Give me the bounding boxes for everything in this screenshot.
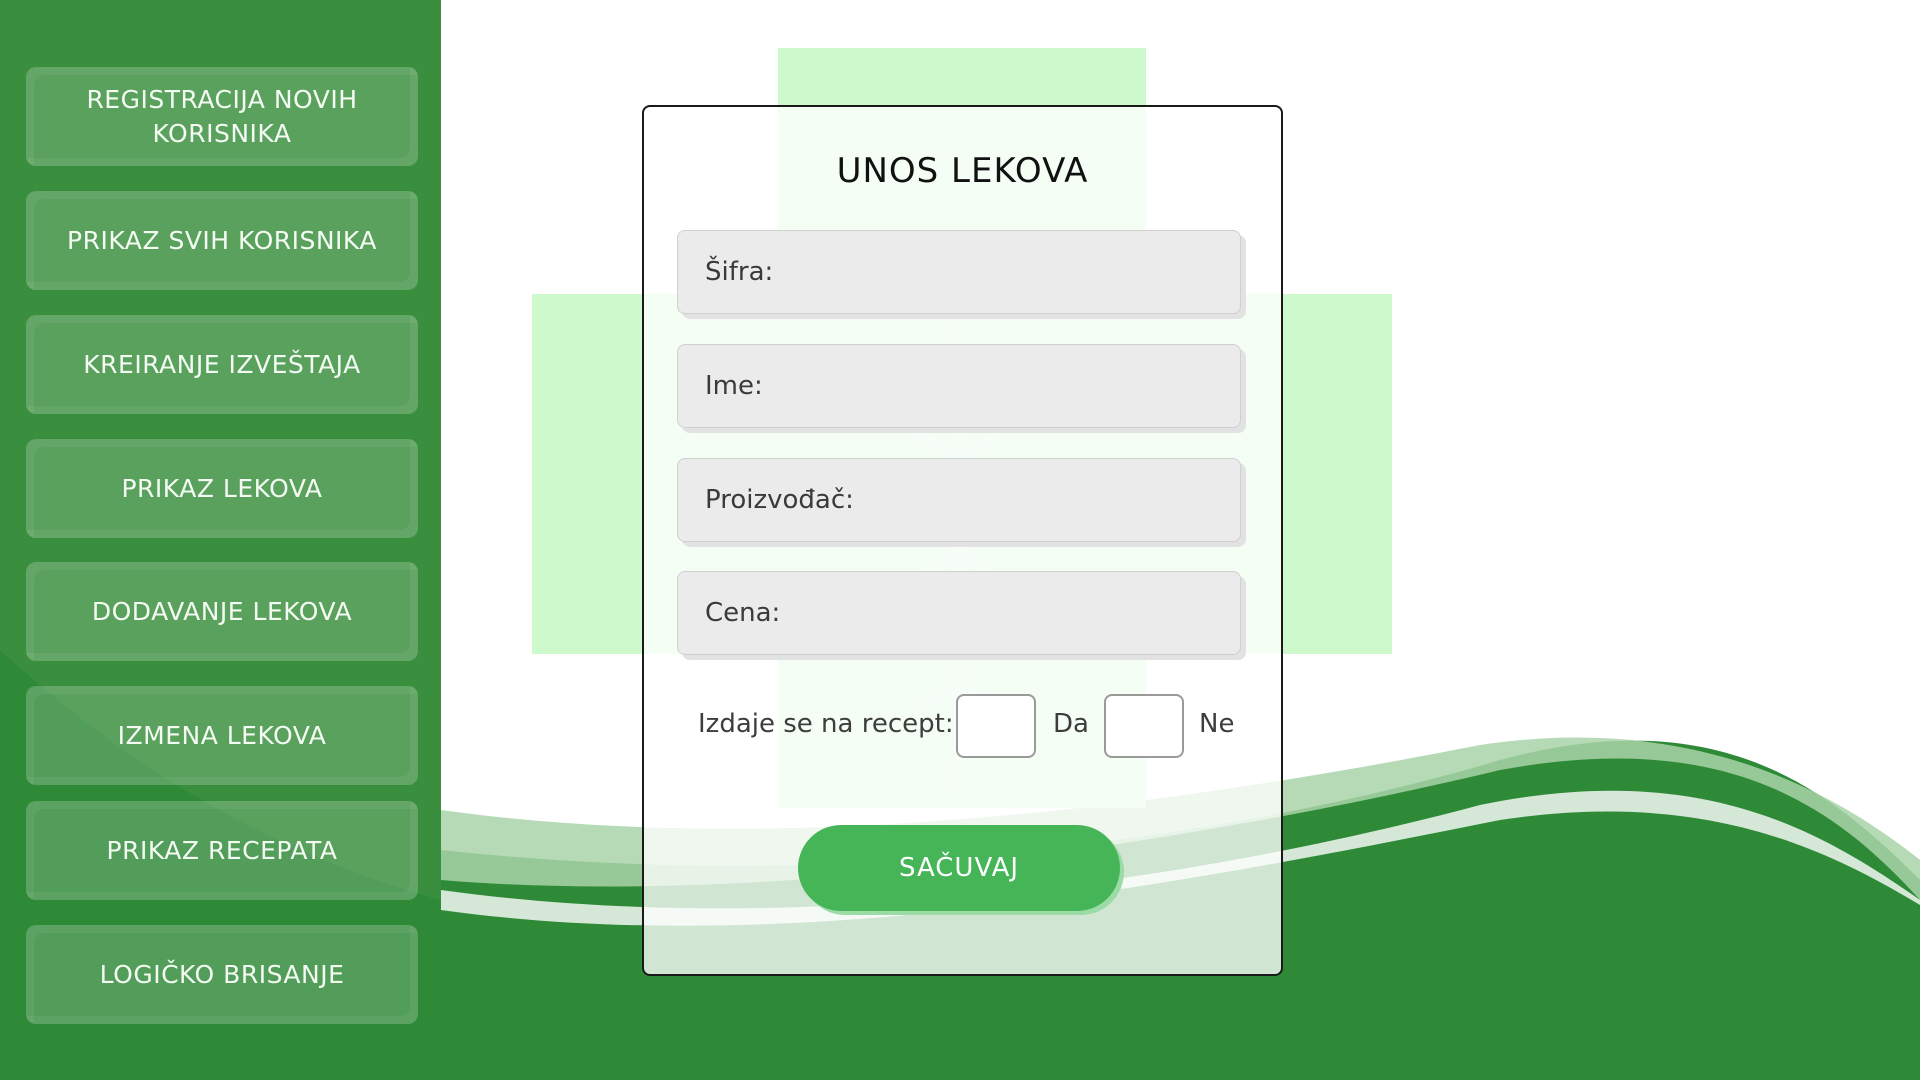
- prescription-label: Izdaje se na recept:: [698, 709, 954, 739]
- medicine-form-panel: UNOS LEKOVA Šifra: Ime: Proizvođač: Cena…: [642, 105, 1283, 976]
- prescription-yes-label: Da: [1053, 709, 1089, 739]
- sidebar-item-label: KREIRANJE IZVEŠTAJA: [83, 349, 361, 379]
- cena-field[interactable]: Cena:: [677, 571, 1241, 655]
- sidebar-item-label: DODAVANJE LEKOVA: [91, 596, 353, 626]
- prescription-yes-checkbox[interactable]: [956, 694, 1036, 758]
- sidebar-item-label: LOGIČKO BRISANJE: [99, 959, 345, 989]
- cena-placeholder: Cena:: [705, 598, 781, 628]
- prescription-no-checkbox[interactable]: [1104, 694, 1184, 758]
- proizvodjac-placeholder: Proizvođač:: [705, 485, 854, 515]
- page-title: UNOS LEKOVA: [836, 151, 1089, 191]
- sidebar-item-label: IZMENA LEKOVA: [117, 720, 327, 750]
- sidebar-item-prikaz-lekova[interactable]: PRIKAZ LEKOVA: [26, 439, 418, 538]
- sidebar-item-label: PRIKAZ SVIH KORISNIKA: [67, 225, 377, 255]
- sidebar-item-label: PRIKAZ RECEPATA: [106, 835, 338, 865]
- save-button-label: SAČUVAJ: [898, 853, 1020, 883]
- prescription-no-label: Ne: [1199, 709, 1235, 739]
- sidebar-item-label: PRIKAZ LEKOVA: [121, 473, 323, 503]
- ime-placeholder: Ime:: [705, 371, 763, 401]
- sidebar: REGISTRACIJA NOVIH KORISNIKA PRIKAZ SVIH…: [0, 0, 441, 1080]
- sidebar-item-logicko-brisanje[interactable]: LOGIČKO BRISANJE: [26, 925, 418, 1024]
- ime-field[interactable]: Ime:: [677, 344, 1241, 428]
- sidebar-item-label: REGISTRACIJA NOVIH KORISNIKA: [86, 84, 358, 148]
- sidebar-item-izmena-lekova[interactable]: IZMENA LEKOVA: [26, 686, 418, 785]
- sifra-placeholder: Šifra:: [705, 257, 774, 287]
- save-button[interactable]: SAČUVAJ: [798, 825, 1120, 911]
- sidebar-item-prikaz-korisnika[interactable]: PRIKAZ SVIH KORISNIKA: [26, 191, 418, 290]
- sidebar-item-kreiranje-izvestaja[interactable]: KREIRANJE IZVEŠTAJA: [26, 315, 418, 414]
- proizvodjac-field[interactable]: Proizvođač:: [677, 458, 1241, 542]
- sidebar-item-dodavanje-lekova[interactable]: DODAVANJE LEKOVA: [26, 562, 418, 661]
- sidebar-item-registracija[interactable]: REGISTRACIJA NOVIH KORISNIKA: [26, 67, 418, 166]
- sidebar-item-prikaz-recepata[interactable]: PRIKAZ RECEPATA: [26, 801, 418, 900]
- sifra-field[interactable]: Šifra:: [677, 230, 1241, 314]
